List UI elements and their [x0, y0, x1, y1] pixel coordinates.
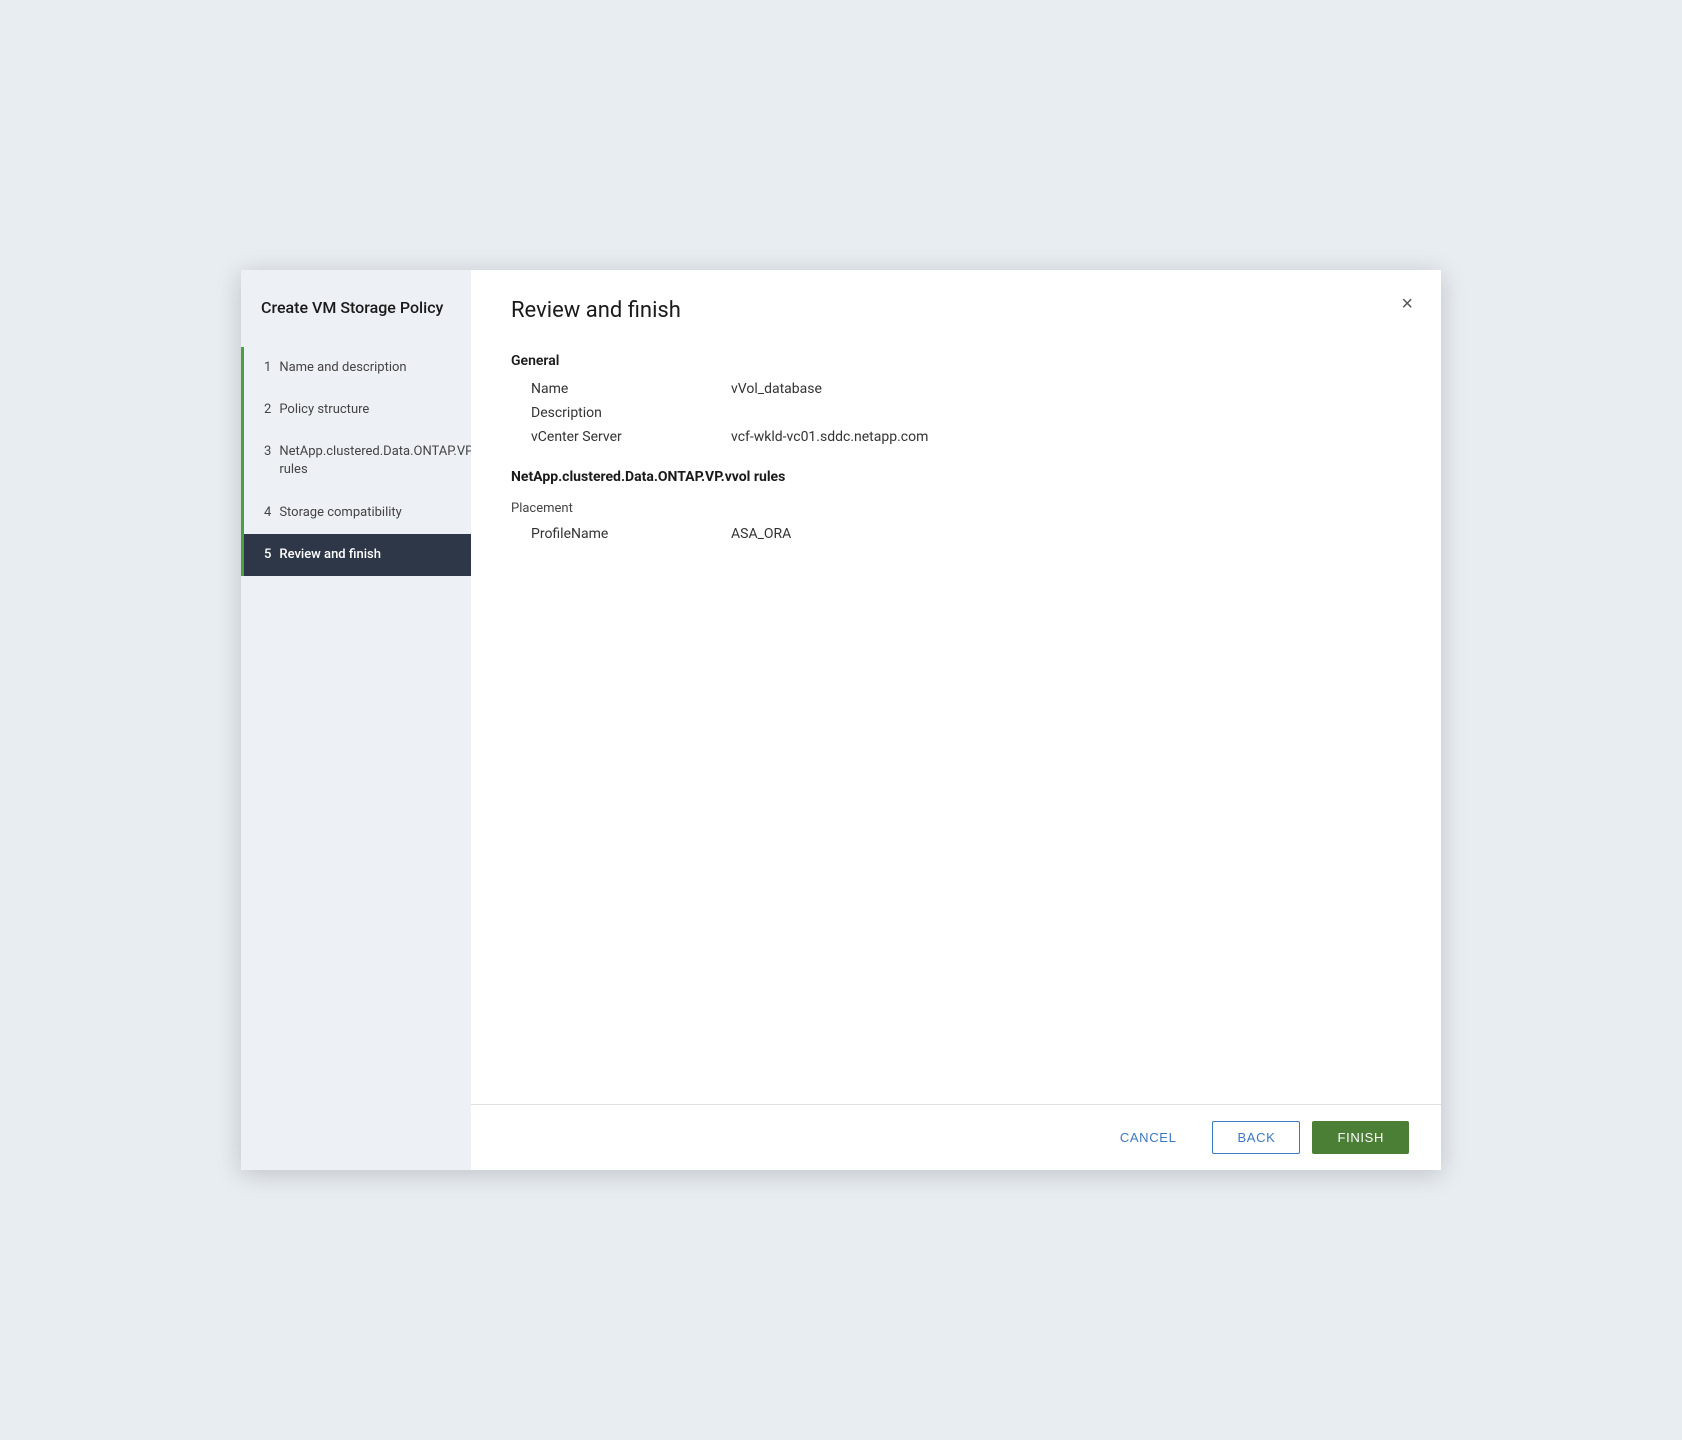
table-row-name: Name vVol_database	[511, 377, 1401, 401]
general-table: Name vVol_database Description vCenter S…	[511, 377, 1401, 449]
step-num-3: 3	[264, 444, 271, 459]
sidebar-title: Create VM Storage Policy	[241, 270, 471, 347]
sidebar-item-5[interactable]: 5 Review and finish	[241, 534, 471, 576]
main-content: × Review and finish General Name vVol_da…	[471, 270, 1441, 1170]
step-num-5: 5	[264, 547, 271, 562]
sidebar-item-4[interactable]: 4 Storage compatibility	[241, 492, 471, 534]
finish-button[interactable]: FINISH	[1312, 1121, 1409, 1154]
value-description	[731, 401, 1401, 425]
close-button[interactable]: ×	[1397, 290, 1417, 318]
step-num-1: 1	[264, 360, 271, 375]
step-label-4: Storage compatibility	[279, 504, 402, 522]
sidebar-item-2[interactable]: 2 Policy structure	[241, 389, 471, 431]
sidebar: Create VM Storage Policy 1 Name and desc…	[241, 270, 471, 1170]
value-name: vVol_database	[731, 377, 1401, 401]
table-row-profilename: ProfileName ASA_ORA	[511, 522, 1401, 546]
back-button[interactable]: BACK	[1212, 1121, 1300, 1154]
table-row-vcenter: vCenter Server vcf-wkld-vc01.sddc.netapp…	[511, 425, 1401, 449]
cancel-button[interactable]: CANCEL	[1096, 1122, 1201, 1153]
dialog-footer: CANCEL BACK FINISH	[471, 1104, 1441, 1170]
value-vcenter: vcf-wkld-vc01.sddc.netapp.com	[731, 425, 1401, 449]
page-title: Review and finish	[511, 298, 1401, 323]
step-label-1: Name and description	[279, 359, 406, 377]
dialog-body: Create VM Storage Policy 1 Name and desc…	[241, 270, 1441, 1170]
placement-header: Placement	[511, 493, 1401, 522]
step-num-2: 2	[264, 402, 271, 417]
step-label-3: NetApp.clustered.Data.ONTAP.VP.vvol rule…	[279, 443, 497, 479]
value-profilename: ASA_ORA	[731, 522, 1401, 546]
sidebar-item-3[interactable]: 3 NetApp.clustered.Data.ONTAP.VP.vvol ru…	[241, 431, 471, 491]
placement-table: ProfileName ASA_ORA	[511, 522, 1401, 546]
label-profilename: ProfileName	[511, 522, 731, 546]
create-vm-storage-policy-dialog: Create VM Storage Policy 1 Name and desc…	[241, 270, 1441, 1170]
step-label-2: Policy structure	[279, 401, 369, 419]
step-num-4: 4	[264, 505, 271, 520]
label-description: Description	[511, 401, 731, 425]
table-row-description: Description	[511, 401, 1401, 425]
label-vcenter: vCenter Server	[511, 425, 731, 449]
rules-section-title: NetApp.clustered.Data.ONTAP.VP.vvol rule…	[511, 469, 1401, 485]
sidebar-item-1[interactable]: 1 Name and description	[241, 347, 471, 389]
label-name: Name	[511, 377, 731, 401]
step-label-5: Review and finish	[279, 546, 381, 564]
general-header: General	[511, 353, 1401, 369]
